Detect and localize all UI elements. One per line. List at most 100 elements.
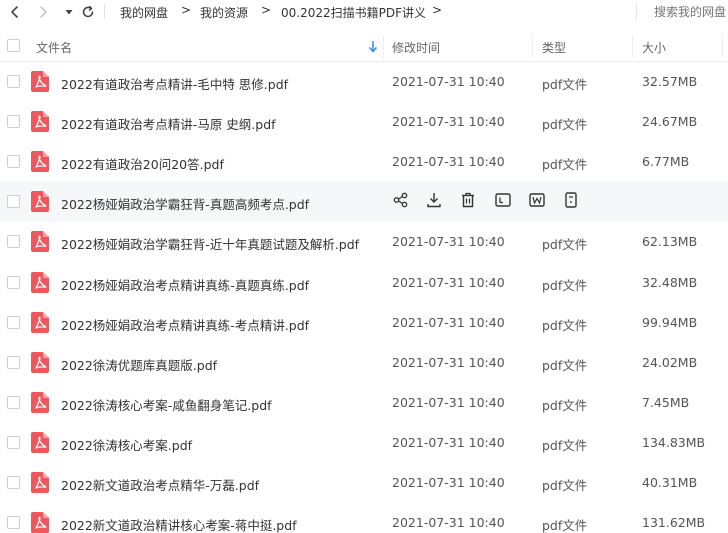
file-name[interactable]: 2022杨娅娟政治学霸狂背-真题高频考点.pdf: [61, 194, 309, 213]
file-modified-time: 2021-07-31 10:40: [392, 74, 505, 89]
row-checkbox[interactable]: [7, 395, 20, 409]
history-dropdown[interactable]: [60, 3, 78, 21]
row-checkbox[interactable]: [7, 476, 20, 489]
file-modified-time: 2021-07-31 10:40: [392, 234, 505, 250]
file-row[interactable]: 2022杨娅娟政治考点精讲真练-考点精讲.pdf 2021-07-31 10:40…: [0, 302, 728, 342]
file-modified-time: 2021-07-31 10:40: [392, 475, 505, 490]
row-checkbox[interactable]: [7, 115, 20, 129]
file-modified-time: 2021-07-31 10:40: [392, 515, 505, 531]
pdf-file-icon: [31, 351, 49, 373]
caret-down-icon: [65, 10, 73, 15]
file-row[interactable]: 2022杨娅娟政治学霸狂背-近十年真题试题及解析.pdf 2021-07-31 1…: [0, 221, 728, 261]
file-row[interactable]: 2022杨娅娟政治考点精讲真练-真题真练.pdf 2021-07-31 10:40…: [0, 262, 728, 302]
file-size: 62.13MB: [642, 234, 698, 250]
file-list-header: 文件名 修改时间 类型 大小: [0, 31, 728, 62]
file-size: 32.57MB: [642, 74, 698, 89]
chevron-left-icon: [11, 6, 18, 18]
column-header-type[interactable]: 类型: [542, 39, 566, 56]
file-type: pdf文件: [542, 397, 588, 413]
file-row[interactable]: 2022新文道政治考点精华-万磊.pdf 2021-07-31 10:40 pdf文…: [0, 462, 728, 502]
select-all-checkbox[interactable]: [7, 39, 20, 52]
pdf-file-icon: [31, 151, 49, 173]
column-header-modified[interactable]: 修改时间: [392, 39, 440, 56]
delete-icon[interactable]: [459, 191, 477, 209]
file-row[interactable]: 2022新文道政治精讲核心考案-蒋中挺.pdf 2021-07-31 10:40 p…: [0, 502, 728, 533]
file-size: 40.31MB: [642, 475, 698, 490]
copy-icon[interactable]: [528, 191, 546, 209]
file-size: 7.45MB: [642, 394, 690, 410]
breadcrumb-separator: >: [261, 3, 272, 17]
row-checkbox[interactable]: [7, 516, 20, 530]
file-name[interactable]: 2022新文道政治精讲核心考案-蒋中挺.pdf: [61, 515, 297, 533]
file-type: pdf文件: [542, 77, 588, 92]
search-input[interactable]: [636, 0, 728, 24]
file-row[interactable]: 2022有道政治考点精讲-马原 史纲.pdf 2021-07-31 10:40 pd…: [0, 101, 728, 141]
file-name[interactable]: 2022徐涛核心考案.pdf: [61, 435, 192, 454]
file-type: pdf文件: [542, 478, 588, 493]
forward-button[interactable]: [34, 3, 52, 21]
download-icon[interactable]: [425, 191, 443, 209]
file-row[interactable]: 2022杨娅娟政治学霸狂背-真题高频考点.pdf: [0, 181, 728, 222]
file-name[interactable]: 2022有道政治考点精讲-毛中特 思修.pdf: [61, 74, 288, 93]
file-type: pdf文件: [542, 117, 588, 133]
file-size: 32.48MB: [642, 274, 698, 290]
file-row[interactable]: 2022有道政治考点精讲-毛中特 思修.pdf 2021-07-31 10:40 p…: [0, 61, 728, 101]
file-name[interactable]: 2022杨娅娟政治学霸狂背-近十年真题试题及解析.pdf: [61, 234, 359, 253]
column-header-size[interactable]: 大小: [642, 39, 666, 56]
refresh-button[interactable]: [79, 3, 97, 21]
file-name[interactable]: 2022有道政治考点精讲-马原 史纲.pdf: [61, 114, 276, 133]
file-size: 24.67MB: [642, 114, 698, 130]
file-size: 24.02MB: [642, 354, 698, 370]
toolbar-divider: [104, 4, 105, 19]
row-checkbox[interactable]: [7, 355, 20, 369]
file-modified-time: 2021-07-31 10:40: [392, 434, 505, 450]
file-size: 134.83MB: [642, 434, 706, 450]
pdf-file-icon: [31, 472, 49, 493]
row-checkbox[interactable]: [7, 75, 20, 88]
breadcrumb-separator: >: [432, 3, 443, 17]
file-row[interactable]: 2022有道政治20问20答.pdf 2021-07-31 10:40 pdf文件 6…: [0, 141, 728, 181]
file-name[interactable]: 2022有道政治20问20答.pdf: [61, 154, 224, 173]
breadcrumb-item-my-resources[interactable]: 我的资源: [200, 4, 248, 21]
rename-icon[interactable]: [494, 191, 512, 209]
pdf-file-icon: [31, 191, 49, 213]
file-modified-time: 2021-07-31 10:40: [392, 354, 505, 370]
pdf-file-icon: [31, 231, 49, 253]
share-icon[interactable]: [392, 191, 410, 209]
file-modified-time: 2021-07-31 10:40: [392, 154, 505, 170]
file-modified-time: 2021-07-31 10:40: [392, 394, 505, 410]
pdf-file-icon: [31, 431, 49, 453]
file-modified-time: 2021-07-31 10:40: [392, 274, 505, 290]
more-icon[interactable]: [562, 191, 580, 209]
sort-arrow-down-icon[interactable]: [368, 40, 378, 53]
file-name[interactable]: 2022徐涛核心考案-咸鱼翻身笔记.pdf: [61, 395, 272, 414]
file-row[interactable]: 2022徐涛优题库真题版.pdf 2021-07-31 10:40 pdf文件 24.…: [0, 342, 728, 382]
row-checkbox[interactable]: [7, 235, 20, 249]
pdf-file-icon: [31, 391, 49, 413]
pdf-file-icon: [31, 311, 49, 333]
back-button[interactable]: [6, 3, 24, 21]
row-checkbox[interactable]: [7, 155, 20, 169]
file-row[interactable]: 2022徐涛核心考案-咸鱼翻身笔记.pdf 2021-07-31 10:40 pdf…: [0, 382, 728, 422]
file-type: pdf文件: [542, 317, 588, 333]
file-type: pdf文件: [542, 518, 588, 533]
row-checkbox[interactable]: [7, 195, 20, 209]
pdf-file-icon: [31, 512, 49, 533]
file-name[interactable]: 2022杨娅娟政治考点精讲真练-真题真练.pdf: [61, 275, 309, 294]
row-checkbox[interactable]: [7, 275, 20, 289]
file-name[interactable]: 2022杨娅娟政治考点精讲真练-考点精讲.pdf: [61, 315, 309, 334]
row-checkbox[interactable]: [7, 435, 20, 449]
file-type: pdf文件: [542, 237, 588, 253]
file-name[interactable]: 2022徐涛优题库真题版.pdf: [61, 355, 217, 374]
file-name[interactable]: 2022新文道政治考点精华-万磊.pdf: [61, 475, 259, 494]
chevron-right-icon: [40, 6, 47, 18]
file-row[interactable]: 2022徐涛核心考案.pdf 2021-07-31 10:40 pdf文件 134.8…: [0, 422, 728, 462]
refresh-icon: [82, 5, 94, 18]
breadcrumb-item-current-folder[interactable]: 00.2022扫描书籍PDF讲义: [281, 4, 426, 21]
pdf-file-icon: [31, 111, 49, 133]
column-header-name[interactable]: 文件名: [36, 39, 72, 56]
row-checkbox[interactable]: [7, 315, 20, 329]
breadcrumb-item-my-drive[interactable]: 我的网盘: [120, 4, 168, 21]
file-size: 131.62MB: [642, 515, 706, 531]
file-modified-time: 2021-07-31 10:40: [392, 314, 505, 330]
